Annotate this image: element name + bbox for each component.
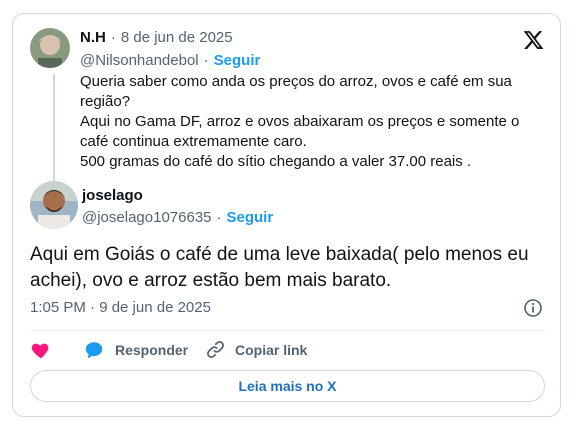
author-handle[interactable]: @joselago1076635 (82, 209, 212, 226)
info-icon[interactable] (523, 298, 543, 318)
post-timestamp[interactable]: 1:05 PM · 9 de jun de 2025 (30, 299, 211, 316)
copy-link-button[interactable]: Copiar link (205, 339, 307, 360)
separator-dot: · (203, 52, 209, 69)
thread-connector-line (53, 74, 55, 196)
quoted-post-header: N.H · 8 de jun de 2025 (80, 29, 233, 46)
reply-post-subheader: @joselago1076635 · Seguir (82, 209, 273, 226)
heart-icon (30, 339, 52, 366)
separator-dot: · (110, 29, 116, 46)
reply-icon (83, 339, 105, 361)
avatar-joselago[interactable] (30, 181, 78, 229)
follow-button[interactable]: Seguir (227, 209, 274, 226)
reply-post-header: joselago (82, 187, 143, 205)
reply-label: Responder (115, 342, 189, 358)
post-date[interactable]: 8 de jun de 2025 (121, 29, 233, 46)
reply-button[interactable]: Responder (83, 339, 188, 361)
avatar-nh[interactable] (30, 28, 70, 68)
author-handle[interactable]: @Nilsonhandebol (80, 52, 199, 69)
author-name[interactable]: joselago (82, 187, 143, 204)
reply-post-text: Aqui em Goiás o café de uma leve baixada… (30, 244, 529, 291)
like-button[interactable] (30, 339, 52, 361)
quoted-post-subheader: @Nilsonhandebol · Seguir (80, 52, 260, 69)
read-more-button[interactable]: Leia mais no X (30, 370, 545, 402)
link-icon (205, 339, 226, 360)
copy-link-label: Copiar link (235, 341, 308, 358)
author-name[interactable]: N.H (80, 29, 106, 46)
quoted-post-text: Queria saber como anda os preços do arro… (80, 73, 520, 170)
x-logo-icon[interactable] (522, 29, 545, 51)
embedded-post-card: N.H · 8 de jun de 2025 @Nilsonhandebol ·… (12, 13, 561, 417)
follow-button[interactable]: Seguir (214, 52, 261, 69)
read-more-label: Leia mais no X (238, 378, 337, 394)
separator-dot: · (216, 209, 222, 226)
divider (30, 330, 545, 331)
